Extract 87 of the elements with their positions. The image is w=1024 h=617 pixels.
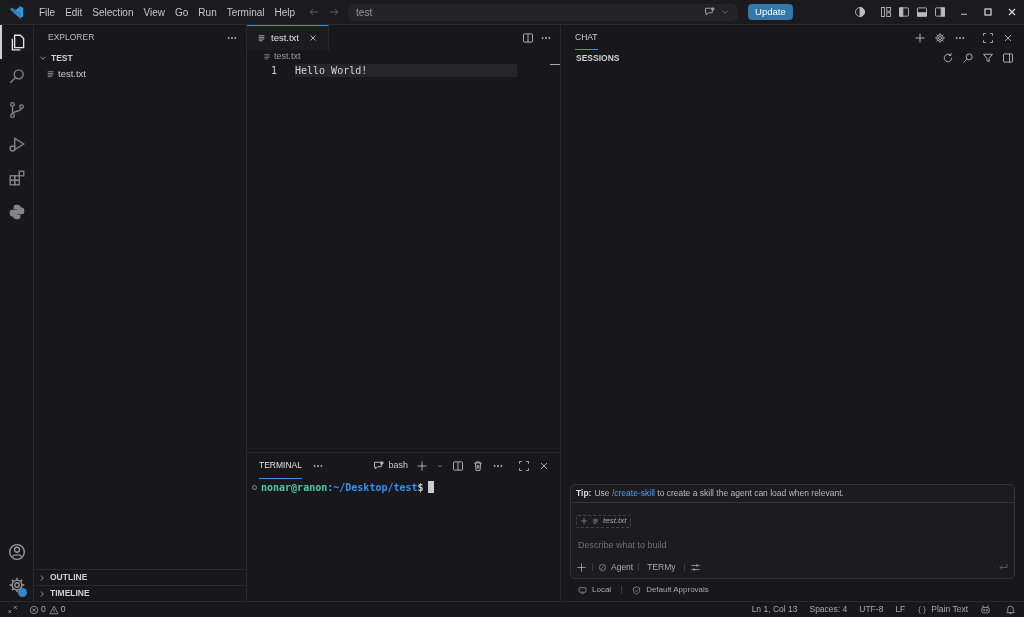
menu-item[interactable]: Edit — [60, 0, 88, 24]
customize-layout-icon[interactable] — [880, 6, 892, 18]
trash-icon[interactable] — [472, 460, 484, 472]
status-item[interactable]: UTF-8 — [859, 603, 884, 616]
command-center-text: test — [356, 5, 374, 20]
add-icon — [580, 517, 588, 525]
terminal-chat-icon — [373, 460, 386, 472]
toggle-panel-icon[interactable] — [916, 6, 928, 18]
run-icon[interactable] — [7, 135, 26, 153]
notifications-icon[interactable] — [1005, 604, 1016, 615]
toggle-panel-icon[interactable] — [1002, 52, 1014, 64]
shield-icon — [632, 585, 642, 595]
maximize-panel-icon[interactable] — [518, 460, 530, 472]
account-icon[interactable] — [7, 543, 26, 561]
approvals-picker[interactable]: Default Approvals — [632, 584, 709, 596]
source-control-icon[interactable] — [7, 101, 26, 119]
search-icon[interactable] — [962, 52, 974, 64]
notification-badge — [17, 588, 27, 597]
menu-item[interactable]: Help — [269, 0, 301, 24]
editor-tab[interactable]: test.txt — [247, 25, 329, 50]
filter-icon[interactable] — [982, 52, 994, 64]
refresh-icon[interactable] — [942, 52, 954, 64]
text-file-icon — [592, 517, 599, 525]
add-icon[interactable] — [576, 561, 587, 573]
location-picker[interactable]: Local — [578, 584, 612, 596]
settings-icon[interactable] — [7, 576, 26, 594]
toggle-secondary-sidebar-icon[interactable] — [934, 6, 946, 18]
menu-item[interactable]: Terminal — [221, 0, 270, 24]
problems-indicator[interactable]: 0 0 — [29, 603, 66, 616]
section-header[interactable]: OUTLINE — [50, 571, 88, 584]
status-item[interactable]: Ln 1, Col 13 — [751, 603, 798, 616]
split-editor-icon[interactable] — [522, 31, 534, 44]
explorer-file-name[interactable]: test.txt — [58, 66, 86, 82]
mode-picker[interactable]: Agent — [598, 560, 634, 574]
chevron-down-icon[interactable] — [436, 462, 444, 470]
attachment-chip[interactable]: test.txt — [576, 514, 631, 528]
close-icon[interactable] — [308, 33, 318, 43]
sessions-header: SESSIONS — [576, 51, 621, 65]
send-icon[interactable] — [998, 561, 1009, 573]
split-terminal-icon[interactable] — [452, 460, 464, 472]
menu-item[interactable]: View — [138, 0, 170, 24]
chat-tab[interactable]: CHAT — [575, 25, 598, 50]
menu-item[interactable]: Run — [193, 0, 222, 24]
text-file-icon — [263, 53, 271, 61]
section-header[interactable]: TIMELINE — [50, 587, 90, 600]
panel-tab[interactable]: TERMINAL — [259, 453, 302, 479]
terminal-cursor — [427, 481, 434, 493]
language-mode[interactable]: Plain Text — [917, 603, 968, 616]
text-file-icon — [46, 69, 55, 79]
chat-sparkle-icon[interactable] — [704, 6, 717, 18]
update-button[interactable]: Update — [748, 4, 793, 20]
sidebar-title: EXPLORER — [48, 31, 96, 44]
status-item[interactable]: Spaces: 4 — [809, 603, 848, 616]
code-text: Hello World! — [295, 64, 368, 78]
search-icon[interactable] — [7, 67, 26, 85]
breadcrumb-item[interactable]: test.txt — [274, 50, 301, 64]
python-icon[interactable] — [7, 203, 26, 221]
line-number: 1 — [269, 64, 277, 78]
close-window-icon[interactable] — [1006, 6, 1018, 18]
tools-icon[interactable] — [689, 561, 701, 573]
terminal-prompt: nonar@ranon:~/Desktop/test$ — [261, 480, 424, 495]
warning-icon — [48, 604, 59, 615]
command-center[interactable]: test — [348, 3, 739, 21]
app-logo-icon — [10, 5, 24, 19]
maximize-icon[interactable] — [982, 6, 994, 18]
model-picker[interactable]: TERMy — [647, 560, 676, 574]
extensions-icon[interactable] — [7, 169, 26, 187]
new-terminal-icon[interactable] — [416, 460, 428, 472]
create-skill-link[interactable]: /create-skill — [611, 487, 655, 500]
menu-item[interactable]: File — [34, 0, 61, 24]
settings-icon[interactable] — [934, 31, 946, 44]
chat-input-field[interactable]: Describe what to build — [574, 537, 1011, 553]
text-file-icon — [257, 33, 266, 43]
new-chat-icon[interactable] — [914, 31, 926, 44]
toggle-sidebar-icon[interactable] — [898, 6, 910, 18]
menu-item[interactable]: Go — [170, 0, 194, 24]
agent-icon — [598, 562, 607, 572]
monitor-icon — [578, 585, 587, 595]
maximize-icon[interactable] — [982, 31, 994, 44]
menu-item[interactable]: Selection — [87, 0, 139, 24]
error-icon — [29, 604, 39, 615]
braces-icon — [917, 604, 928, 615]
shell-selector[interactable]: bash — [373, 459, 408, 473]
close-icon[interactable] — [538, 460, 550, 472]
folder-label[interactable]: TEST — [51, 51, 73, 65]
status-item[interactable]: LF — [895, 603, 906, 616]
tip-text: Tip: Use /create-skill to create a skill the agent can load when relevant. — [571, 485, 1014, 503]
